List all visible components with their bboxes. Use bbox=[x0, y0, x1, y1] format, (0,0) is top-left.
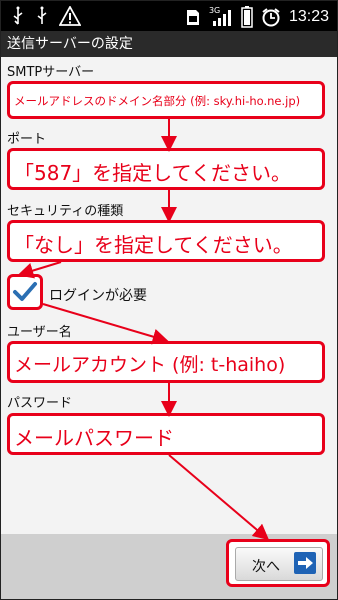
screen-frame: 3G 13:23 送信サーバーの設定 SMTPサーバー メールアドレスのドメイン… bbox=[0, 0, 338, 600]
annotation-arrows bbox=[17, 119, 270, 541]
annotation-arrow bbox=[17, 261, 62, 279]
annotation-arrow bbox=[168, 454, 270, 541]
annotation-arrow bbox=[42, 303, 169, 345]
